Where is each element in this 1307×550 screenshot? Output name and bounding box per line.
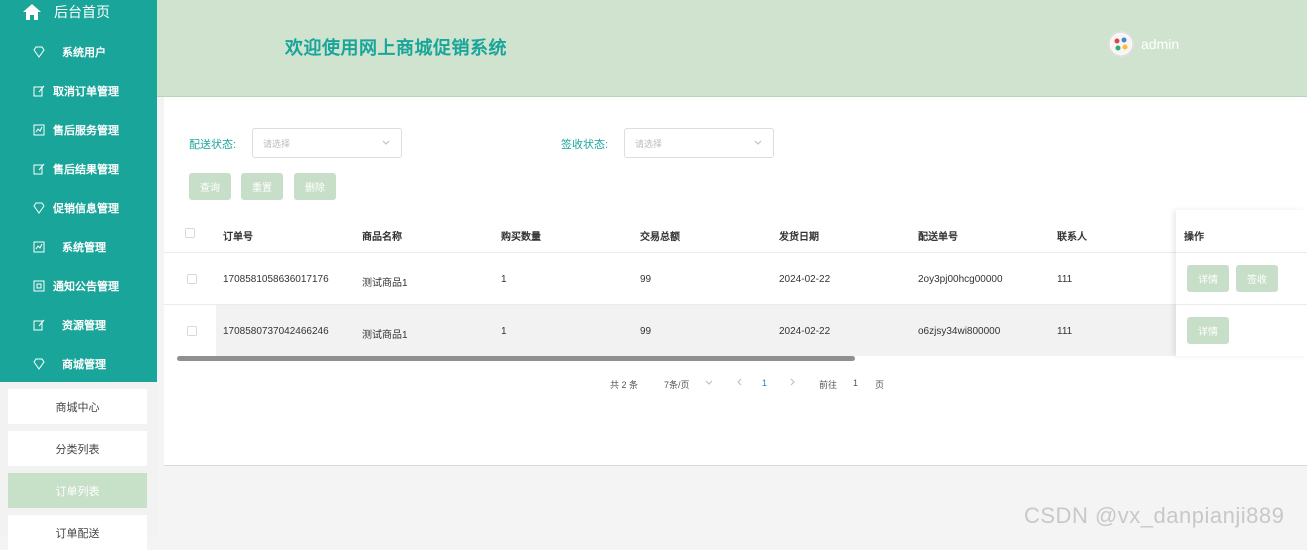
goto-prefix: 前往 (819, 380, 838, 390)
table-cell-qty: 1 (501, 326, 507, 337)
delivery-status-label: 配送状态: (189, 139, 237, 151)
submenu-item-order-list[interactable]: 订单列表 (8, 473, 147, 508)
table-cell-contact: 111 (1057, 274, 1073, 285)
horizontal-scrollbar[interactable] (177, 356, 855, 361)
goto-page-input[interactable]: 1 (853, 378, 858, 388)
sidebar-home[interactable]: 后台首页 (0, 0, 157, 24)
row-divider (1176, 252, 1307, 253)
receipt-status-select[interactable]: 请选择 (624, 128, 774, 158)
row-checkbox[interactable] (187, 326, 197, 336)
chart-icon (33, 241, 45, 253)
table-cell-date: 2024-02-22 (779, 274, 831, 285)
table-cell-total: 99 (640, 326, 652, 337)
detail-button[interactable]: 详情 (1187, 317, 1229, 344)
chevron-down-icon (381, 137, 391, 147)
mall-submenu: 商城中心 分类列表 订单列表 订单配送 (0, 382, 157, 550)
detail-button[interactable]: 详情 (1187, 265, 1229, 292)
sidebar-item-label: 取消订单管理 (53, 85, 119, 98)
table-cell-order-no: 1708581058636017176 (223, 274, 329, 285)
reset-button[interactable]: 重置 (241, 173, 283, 200)
username[interactable]: admin (1141, 36, 1179, 52)
diamond-icon (33, 46, 45, 58)
sidebar-item-label: 售后服务管理 (53, 124, 119, 137)
table-cell-qty: 1 (501, 274, 507, 285)
edit-icon (33, 163, 45, 175)
submenu-item-category-list[interactable]: 分类列表 (8, 431, 147, 466)
query-button[interactable]: 查询 (189, 173, 231, 200)
doc-icon (33, 280, 45, 292)
sidebar-item-label: 售后结果管理 (53, 163, 119, 176)
submenu-item-order-delivery[interactable]: 订单配送 (8, 515, 147, 550)
page-size-select[interactable]: 7条/页 (664, 378, 690, 391)
select-placeholder: 请选择 (263, 138, 291, 149)
chevron-down-icon[interactable] (705, 378, 713, 388)
delete-button[interactable]: 删除 (294, 173, 336, 200)
sidebar-item-notice[interactable]: 通知公告管理 (0, 266, 157, 305)
table-cell-total: 99 (640, 274, 652, 285)
row-divider (164, 304, 1176, 305)
sidebar-item-system-users[interactable]: 系统用户 (0, 32, 157, 71)
diamond-icon (33, 202, 45, 214)
sidebar-item-cancel-orders[interactable]: 取消订单管理 (0, 71, 157, 110)
row-divider (1176, 304, 1307, 305)
table-cell-date: 2024-02-22 (779, 326, 831, 337)
header: 欢迎使用网上商城促销系统 admin (157, 0, 1307, 97)
table-cell-order-no: 1708580737042466246 (223, 326, 329, 337)
table-cell-delivery-no: o6zjsy34wi800000 (918, 326, 1001, 337)
sidebar-item-mall-management[interactable]: 商城管理 (0, 344, 157, 383)
column-header: 操作 (1184, 232, 1204, 243)
chevron-down-icon (753, 137, 763, 147)
column-header: 商品名称 (362, 232, 402, 243)
sidebar-item-label: 资源管理 (62, 319, 106, 332)
main-content: 配送状态: 请选择 签收状态: 请选择 查询 重置 删除 订单号 商品名称 购买… (164, 97, 1307, 466)
watermark: CSDN @vx_danpianji889 (1024, 503, 1285, 528)
chart-icon (33, 124, 45, 136)
delivery-status-select[interactable]: 请选择 (252, 128, 402, 158)
diamond-icon (33, 358, 45, 370)
sidebar-item-promotion-info[interactable]: 促销信息管理 (0, 188, 157, 227)
row-checkbox[interactable] (187, 274, 197, 284)
sidebar-home-label: 后台首页 (54, 4, 110, 20)
column-header: 购买数量 (501, 232, 541, 243)
sidebar-item-system-management[interactable]: 系统管理 (0, 227, 157, 266)
sidebar-item-after-sales-result[interactable]: 售后结果管理 (0, 149, 157, 188)
submenu-item-mall-center[interactable]: 商城中心 (8, 389, 147, 424)
pagination-total: 共 2 条 (610, 380, 639, 390)
edit-icon (33, 85, 45, 97)
sidebar-item-label: 系统用户 (62, 46, 106, 59)
sidebar-item-label: 通知公告管理 (53, 280, 119, 293)
sign-button[interactable]: 签收 (1236, 265, 1278, 292)
page-title: 欢迎使用网上商城促销系统 (285, 38, 507, 58)
column-header: 订单号 (223, 232, 253, 243)
operations-column: 操作 详情 签收 详情 (1176, 210, 1307, 356)
sidebar-item-resources[interactable]: 资源管理 (0, 305, 157, 344)
prev-page-icon[interactable] (736, 378, 744, 388)
column-header: 联系人 (1057, 232, 1087, 243)
select-all-checkbox[interactable] (185, 228, 195, 238)
table-cell-product: 测试商品1 (362, 330, 408, 341)
column-header: 交易总额 (640, 232, 680, 243)
table-cell-delivery-no: 2oy3pj00hcg00000 (918, 274, 1003, 285)
avatar[interactable] (1108, 31, 1134, 57)
column-header: 发货日期 (779, 232, 819, 243)
home-icon (22, 2, 42, 22)
next-page-icon[interactable] (788, 378, 796, 388)
row-divider (164, 252, 1176, 253)
receipt-status-label: 签收状态: (561, 139, 609, 151)
table-cell-contact: 111 (1057, 326, 1073, 337)
sidebar-item-label: 商城管理 (62, 358, 106, 371)
table-cell-product: 测试商品1 (362, 278, 408, 289)
column-header: 配送单号 (918, 232, 958, 243)
goto-suffix: 页 (875, 380, 885, 390)
select-placeholder: 请选择 (635, 138, 663, 149)
edit-icon (33, 319, 45, 331)
sidebar-item-label: 系统管理 (62, 241, 106, 254)
sidebar-item-label: 促销信息管理 (53, 202, 119, 215)
current-page[interactable]: 1 (762, 378, 767, 388)
sidebar-item-after-sales-service[interactable]: 售后服务管理 (0, 110, 157, 149)
